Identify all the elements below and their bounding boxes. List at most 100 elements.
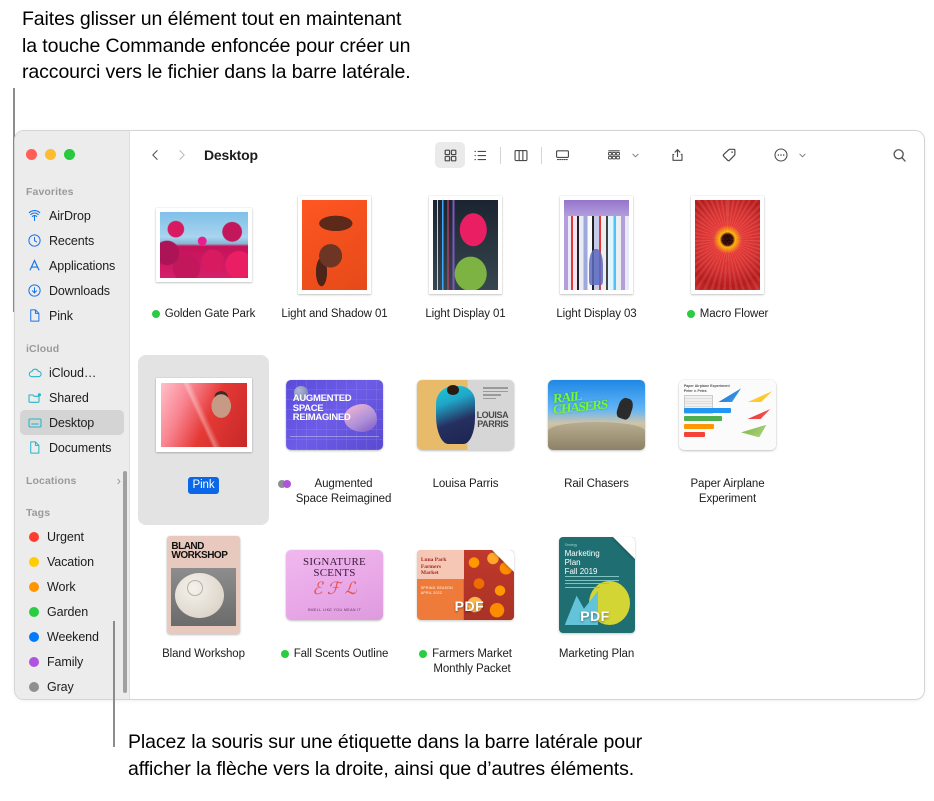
chevron-down-icon[interactable] <box>631 151 640 160</box>
sidebar-item-recents[interactable]: Recents <box>20 228 124 253</box>
file-thumbnail: RAIL CHASERS <box>548 363 645 467</box>
file-name: Golden Gate Park <box>164 308 256 320</box>
file-item[interactable]: Paper Airplane Experiment Peter v. Petra <box>662 355 793 525</box>
sidebar-scrollbar[interactable] <box>123 471 127 693</box>
file-item[interactable]: Strategy Marketing Plan Fall 2019 PDF Ma… <box>531 525 662 695</box>
tag-dot-icon <box>280 650 289 658</box>
sidebar-section-favorites-header: Favorites <box>15 183 129 203</box>
sidebar-item-tag-garden[interactable]: Garden <box>20 599 124 624</box>
sidebar-item-label: Weekend <box>47 629 99 644</box>
file-thumbnail <box>155 363 252 467</box>
artwork-subtext: SPRING SEASON APRIL 2022 <box>420 586 453 596</box>
file-label: Light Display 01 <box>425 307 505 322</box>
sidebar-section-locations-header[interactable]: Locations › <box>15 472 129 492</box>
sidebar-item-label: Urgent <box>47 529 84 544</box>
bottom-caption: Placez la souris sur une étiquette dans … <box>128 731 643 780</box>
zoom-button[interactable] <box>64 149 75 160</box>
sidebar-item-documents[interactable]: Documents <box>20 435 124 460</box>
group-by-button[interactable] <box>599 142 629 168</box>
sidebar-item-label: Vacation <box>47 554 94 569</box>
sidebar-item-label: Applications <box>49 258 116 273</box>
minimize-button[interactable] <box>45 149 56 160</box>
file-thumbnail <box>429 193 502 297</box>
tag-dot-icon <box>419 650 428 658</box>
sidebar-item-shared[interactable]: Shared <box>20 385 124 410</box>
sidebar-item-tag-gray[interactable]: Gray <box>20 674 124 699</box>
sidebar-item-tag-weekend[interactable]: Weekend <box>20 624 124 649</box>
file-label: Light Display 03 <box>556 307 636 322</box>
back-button[interactable] <box>142 142 168 168</box>
desktop-icon <box>26 414 43 431</box>
file-item-selected[interactable]: Pink <box>138 355 269 525</box>
sidebar-item-label: Pink <box>49 308 73 323</box>
file-item[interactable]: Light and Shadow 01 <box>269 185 400 355</box>
clock-icon <box>26 232 43 249</box>
search-button[interactable] <box>891 131 908 179</box>
file-tag-dots <box>686 307 695 318</box>
file-tag-dots <box>280 647 289 658</box>
file-item[interactable]: RAIL CHASERS Rail Chasers <box>531 355 662 525</box>
file-label: Marketing Plan <box>559 647 634 662</box>
finder-window: Favorites AirDrop Recents Applications D… <box>14 130 925 700</box>
file-item[interactable]: Luna Park Farmers Market SPRING SEASON A… <box>400 525 531 695</box>
file-label: Augmented Space Reimagined <box>277 477 391 507</box>
file-thumbnail: SIGNATURE SCENTS ℰ ℱ ℒ SMELL LIKE YOU ME… <box>286 533 383 637</box>
sidebar-item-tag-work[interactable]: Work <box>20 574 124 599</box>
sidebar-item-desktop[interactable]: Desktop <box>20 410 124 435</box>
share-button[interactable] <box>662 142 692 168</box>
more-actions-button[interactable] <box>766 142 796 168</box>
tag-dot-icon <box>29 581 39 592</box>
artwork-script: ℰ ℱ ℒ <box>312 578 357 598</box>
thumbnail-art <box>302 200 367 290</box>
file-item[interactable]: Macro Flower <box>662 185 793 355</box>
sidebar-item-icloud[interactable]: iCloud… <box>20 360 124 385</box>
tag-dot-icon <box>29 606 39 617</box>
sidebar-header-label: Tags <box>26 506 51 519</box>
chevron-down-icon[interactable] <box>798 151 807 160</box>
pdf-badge: PDF <box>580 608 610 625</box>
file-item[interactable]: Golden Gate Park <box>138 185 269 355</box>
file-item[interactable]: Light Display 03 <box>531 185 662 355</box>
tag-dot-icon <box>282 480 291 488</box>
tag-dot-icon <box>29 556 39 567</box>
gallery-view-button[interactable] <box>547 142 577 168</box>
artwork-text: Paper Airplane Experiment Peter v. Petra <box>683 384 730 394</box>
artwork-kicker: Strategy <box>564 542 578 547</box>
file-thumbnail <box>560 193 633 297</box>
sidebar-item-tag-family[interactable]: Family <box>20 649 124 674</box>
file-item[interactable]: Light Display 01 <box>400 185 531 355</box>
sidebar-item-pink[interactable]: Pink <box>20 303 124 328</box>
file-label: Bland Workshop <box>162 647 245 662</box>
list-view-button[interactable] <box>465 142 495 168</box>
sidebar-item-label: Recents <box>49 233 95 248</box>
sidebar-item-tag-urgent[interactable]: Urgent <box>20 524 124 549</box>
forward-button[interactable] <box>168 142 194 168</box>
file-name: Light Display 01 <box>425 308 506 320</box>
chevron-right-icon[interactable]: › <box>117 474 121 487</box>
sidebar-item-applications[interactable]: Applications <box>20 253 124 278</box>
close-button[interactable] <box>26 149 37 160</box>
file-item[interactable]: AUGMENTED SPACE REIMAGINED Augmented Spa… <box>269 355 400 525</box>
icon-view-button[interactable] <box>435 142 465 168</box>
tag-dot-icon <box>151 310 160 318</box>
artwork-text: LOUISA PARRIS <box>476 409 509 429</box>
file-label: Light and Shadow 01 <box>281 307 387 322</box>
file-item[interactable]: BLAND WORKSHOP Bland Workshop <box>138 525 269 695</box>
sidebar-header-label: Favorites <box>26 185 74 198</box>
sidebar-item-downloads[interactable]: Downloads <box>20 278 124 303</box>
sidebar-item-tag-vacation[interactable]: Vacation <box>20 549 124 574</box>
file-grid: Golden Gate Park Light and Shadow 01 Lig… <box>130 179 924 699</box>
artwork-text: BLAND WORKSHOP <box>171 540 228 562</box>
document-icon <box>26 439 43 456</box>
artwork-text: SIGNATURE SCENTS <box>303 556 366 579</box>
tag-button[interactable] <box>714 142 744 168</box>
file-item[interactable]: LOUISA PARRIS Louisa Parris <box>400 355 531 525</box>
page-fold-icon <box>492 550 514 572</box>
artwork-text: RAIL CHASERS <box>552 387 608 417</box>
sidebar-item-airdrop[interactable]: AirDrop <box>20 203 124 228</box>
thumbnail-art <box>160 383 247 447</box>
document-icon <box>26 307 43 324</box>
file-item[interactable]: SIGNATURE SCENTS ℰ ℱ ℒ SMELL LIKE YOU ME… <box>269 525 400 695</box>
column-view-button[interactable] <box>506 142 536 168</box>
pdf-badge: PDF <box>454 598 485 615</box>
